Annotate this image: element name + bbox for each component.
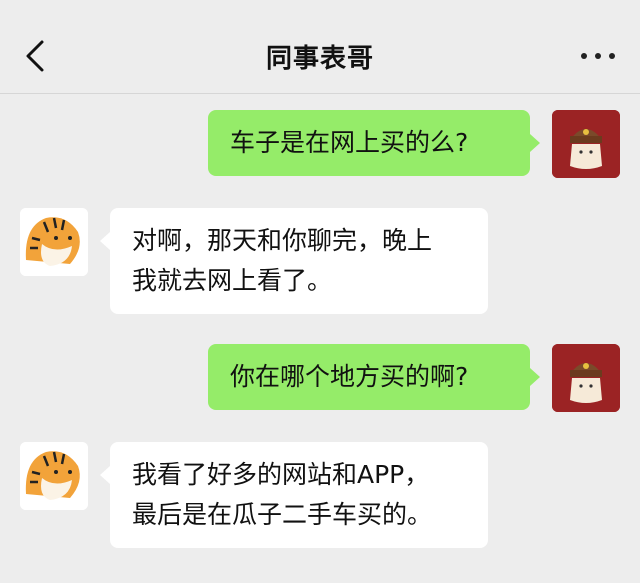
- message-text: 对啊，那天和你聊完，晚上: [132, 226, 433, 255]
- tiger-avatar-icon: [20, 442, 88, 510]
- message-text: 我就去网上看了。: [132, 266, 333, 295]
- message-bubble-received[interactable]: 对啊，那天和你聊完，晚上 我就去网上看了。: [110, 208, 488, 314]
- user-avatar-icon: [552, 344, 620, 412]
- message-bubble-received[interactable]: 我看了好多的网站和APP， 最后是在瓜子二手车买的。: [110, 442, 488, 548]
- contact-avatar[interactable]: [20, 208, 88, 276]
- message-text: 你在哪个地方买的啊?: [230, 362, 469, 391]
- tiger-avatar-icon: [20, 208, 88, 276]
- chat-title: 同事表哥: [265, 44, 374, 74]
- my-avatar[interactable]: [552, 110, 620, 178]
- message-bubble-sent[interactable]: 你在哪个地方买的啊?: [208, 344, 530, 410]
- chat-header: 同事表哥: [0, 0, 640, 94]
- message-text: 我看了好多的网站和APP，: [132, 460, 430, 489]
- more-options-button[interactable]: [578, 42, 618, 70]
- message-text: 车子是在网上买的么?: [230, 128, 469, 157]
- my-avatar[interactable]: [552, 344, 620, 412]
- user-avatar-icon: [552, 110, 620, 178]
- message-text: 最后是在瓜子二手车买的。: [132, 500, 433, 529]
- message-bubble-sent[interactable]: 车子是在网上买的么?: [208, 110, 530, 176]
- contact-avatar[interactable]: [20, 442, 88, 510]
- more-dots-icon: [581, 53, 587, 59]
